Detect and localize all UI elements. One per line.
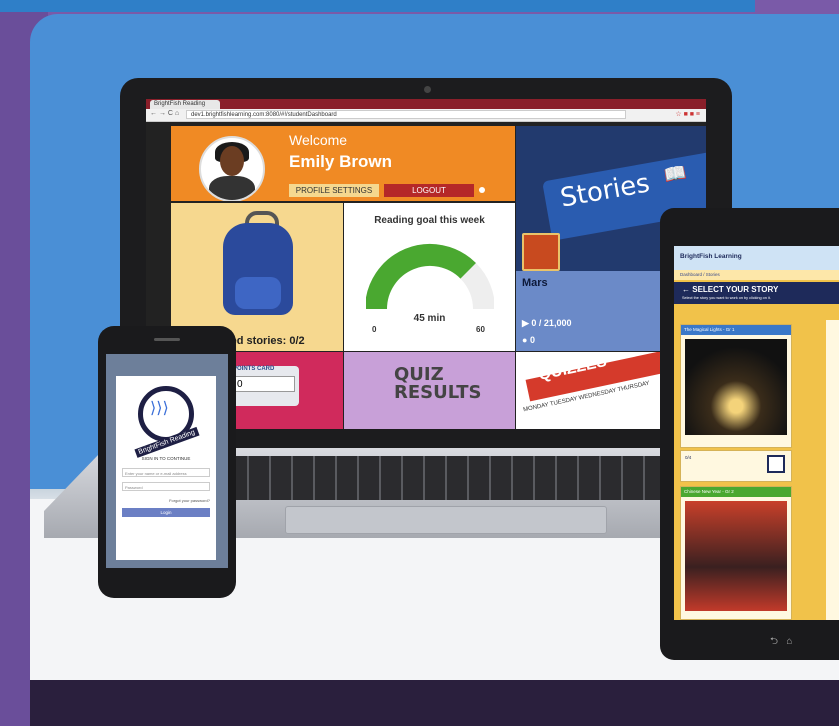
touchpad — [285, 506, 607, 534]
help-icon[interactable] — [479, 187, 485, 193]
select-story-text: SELECT YOUR STORY — [692, 285, 779, 294]
avatar-body — [209, 176, 255, 200]
story-progress: 0/4 — [680, 450, 792, 482]
next-story-column — [826, 320, 839, 620]
avatar — [199, 136, 265, 201]
mars-words-value: 0 / 21,000 — [531, 318, 572, 328]
note-icon[interactable] — [767, 455, 785, 473]
goal-gauge — [366, 243, 494, 310]
mars-points: ● 0 — [522, 335, 535, 345]
tablet-screen: BrightFish Learning Dashboard / Stories … — [674, 246, 839, 620]
story-image — [685, 501, 787, 611]
story-title: Chinese New Year - Gr 2 — [681, 487, 791, 497]
goal-max-label: 60 — [476, 325, 485, 334]
tablet-brand[interactable]: BrightFish Learning — [680, 253, 742, 260]
login-card: ⟩⟩⟩ BrightFish Reading SIGN IN TO CONTIN… — [116, 376, 216, 560]
mars-planet-icon — [522, 233, 560, 271]
keyboard — [205, 456, 675, 500]
forgot-password-link[interactable]: Forgot your password? — [169, 498, 210, 503]
extension-icons[interactable]: ☆ ■ ■ ≡ — [675, 110, 700, 118]
avatar-head — [220, 146, 244, 176]
logout-button[interactable]: LOGOUT — [384, 184, 474, 197]
username-field[interactable]: Enter your name or e-mail address — [122, 468, 210, 477]
fish-icon: ⟩⟩⟩ — [150, 400, 169, 417]
login-button[interactable]: Login — [122, 508, 210, 517]
browser-urlbar: ← → C ⌂ dev1.brightfishlearning.com:8080… — [146, 109, 706, 122]
completed-stories: ted stories: 0/2 — [227, 335, 305, 347]
select-story-header: ← SELECT YOUR STORY Select the story you… — [674, 282, 839, 304]
browser-tab[interactable]: BrightFish Reading — [150, 100, 220, 109]
tablet-header: BrightFish Learning — [674, 246, 839, 270]
mars-words: ▶ 0 / 21,000 — [522, 318, 572, 328]
gauge-fill — [366, 243, 476, 310]
nav-buttons[interactable]: ← → C ⌂ — [150, 110, 179, 117]
camera-icon — [424, 86, 431, 93]
goal-minutes: 45 min — [413, 313, 446, 324]
phone-speaker — [154, 338, 180, 341]
backpack-pocket — [235, 277, 281, 309]
points-label: POINTS CARD — [233, 366, 275, 372]
story-title: The Magical Lights - Gr 1 — [681, 325, 791, 335]
profile-settings-button[interactable]: PROFILE SETTINGS — [289, 184, 379, 197]
quiz-results-tile[interactable]: QUIZ RESULTS — [344, 352, 515, 429]
signin-label: SIGN IN TO CONTINUE — [141, 456, 191, 461]
goal-title: Reading goal this week — [374, 215, 485, 226]
welcome-tile: Welcome Emily Brown PROFILE SETTINGS LOG… — [171, 126, 515, 201]
book-icon: 📖 — [662, 162, 688, 186]
mars-points-value: 0 — [529, 335, 535, 345]
story-image — [685, 339, 787, 435]
reading-goal-tile: Reading goal this week 45 min 0 60 — [344, 203, 515, 351]
goal-min-label: 0 — [372, 325, 377, 334]
select-story-title: ← SELECT YOUR STORY — [682, 285, 779, 294]
phone-screen: ⟩⟩⟩ BrightFish Reading SIGN IN TO CONTIN… — [106, 354, 228, 568]
address-bar[interactable]: dev1.brightfishlearning.com:8080/#!/stud… — [186, 110, 626, 119]
select-story-sub: Select the story you want to work on by … — [682, 296, 771, 300]
top-band — [0, 0, 755, 12]
quiz-results-label: QUIZ RESULTS — [394, 364, 482, 403]
copyright: © 2016 - BrightFish Learning Inc. 1.25.0 — [131, 546, 203, 551]
browser-tabbar: BrightFish Reading — [146, 99, 706, 109]
user-name: Emily Brown — [289, 152, 392, 171]
breadcrumb[interactable]: Dashboard / Stories — [674, 270, 839, 280]
welcome-label: Welcome — [289, 132, 348, 148]
story-card[interactable]: The Magical Lights - Gr 1 — [680, 324, 792, 448]
story-stat: 0/4 — [685, 455, 692, 460]
bottom-bar — [30, 680, 839, 726]
android-nav-icons[interactable]: ⮌ ⌂ — [770, 634, 792, 651]
story-card[interactable]: Chinese New Year - Gr 2 — [680, 486, 792, 620]
password-field[interactable]: Password — [122, 482, 210, 491]
points-value: 0 — [233, 376, 295, 392]
mars-label: Mars — [522, 277, 548, 289]
